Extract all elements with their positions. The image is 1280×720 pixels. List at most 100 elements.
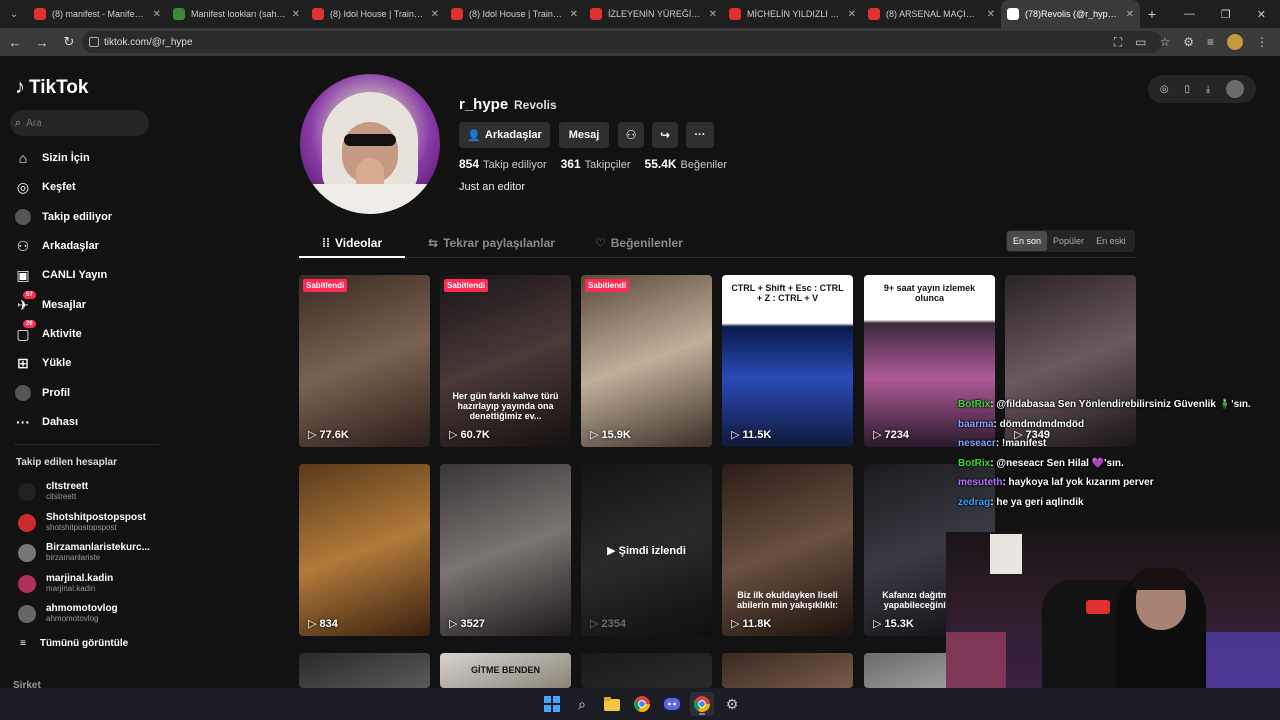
user-avatar[interactable]: [1226, 80, 1245, 98]
video-thumbnail[interactable]: [299, 653, 430, 688]
followed-account[interactable]: Shotshitpostopspost shotshitpostopspost: [18, 512, 146, 533]
sort-latest[interactable]: En son: [1007, 231, 1048, 251]
more-options-button[interactable]: ···: [686, 122, 714, 148]
sidebar-item-following-avatar[interactable]: ● Takip ediliyor: [15, 207, 112, 227]
device-icon[interactable]: ▯: [1184, 84, 1190, 95]
search-input[interactable]: [26, 117, 127, 129]
friends-button[interactable]: 👤 Arkadaşlar: [459, 122, 550, 148]
video-thumbnail[interactable]: ▷ 834: [299, 464, 430, 636]
tab-close-icon[interactable]: ✕: [1126, 9, 1134, 20]
browser-tab[interactable]: MİCHELİN YILDIZLI SOKAK... ✕: [723, 0, 862, 28]
coins-icon[interactable]: ◎: [1160, 84, 1169, 95]
suggested-accounts-button[interactable]: ⚇: [618, 122, 644, 148]
browser-menu-icon[interactable]: ⋮: [1256, 35, 1268, 49]
see-all-button[interactable]: ≡ Tümünü görüntüle: [20, 638, 128, 649]
browser-toolbar-icons: ⛶ ▭ ☆ ⚙ ≡ ⋮: [1114, 28, 1268, 56]
sidebar-item-label: Arkadaşlar: [42, 240, 99, 252]
tab-close-icon[interactable]: ✕: [987, 9, 995, 20]
search-box[interactable]: ⌕: [10, 110, 149, 136]
share-button[interactable]: ↪: [652, 122, 678, 148]
tab-videos[interactable]: ⁞⁞ Videolar: [322, 236, 382, 250]
tab-close-icon[interactable]: ✕: [153, 9, 161, 20]
followed-account[interactable]: marjinal.kadin marjinal.kadin: [18, 573, 113, 594]
discord-icon[interactable]: [660, 692, 684, 716]
sort-oldest[interactable]: En eski: [1090, 231, 1132, 251]
browser-tab[interactable]: (8) Idol House | Training G... ✕: [445, 0, 584, 28]
view-count: ▷ 11.8K: [731, 618, 772, 630]
video-thumbnail[interactable]: Sabitlendi Her gün farklı kahve türü hazı…: [440, 275, 571, 447]
maximize-icon[interactable]: ❐: [1221, 8, 1231, 21]
company-link[interactable]: Şirket: [13, 680, 41, 688]
cast-icon[interactable]: ▭: [1135, 35, 1146, 49]
minimize-icon[interactable]: —: [1184, 8, 1195, 20]
sidebar-item-upload[interactable]: ⊞ Yükle: [15, 353, 71, 373]
video-thumbnail[interactable]: [722, 653, 853, 688]
video-thumbnail[interactable]: GİTME BENDEN: [440, 653, 571, 688]
sidebar-item-friends[interactable]: ⚇ Arkadaşlar: [15, 236, 99, 256]
tab-close-icon[interactable]: ✕: [431, 9, 439, 20]
sidebar-item-more[interactable]: ··· Dahası: [15, 412, 78, 432]
tab-reposts[interactable]: ⇆ Tekrar paylaşılanlar: [428, 236, 555, 250]
back-button[interactable]: ←: [3, 35, 27, 50]
tiktok-logo[interactable]: ♪ TikTok: [15, 76, 88, 99]
followed-account[interactable]: Birzamanlaristekurc... birzamanlariste: [18, 542, 150, 563]
download-icon[interactable]: ⤓: [1206, 84, 1210, 95]
sidebar-item-compass[interactable]: ◎ Keşfet: [15, 177, 76, 197]
sidebar-item-activity[interactable]: ▢ 26 Aktivite: [15, 320, 82, 344]
followed-account[interactable]: cltstreett cltstreett: [18, 481, 88, 502]
reload-button[interactable]: ↻: [57, 34, 81, 50]
streamer-webcam-overlay: [946, 532, 1280, 688]
followed-account[interactable]: ahmomotovlog ahmomotovlog: [18, 603, 118, 624]
video-thumbnail[interactable]: [581, 653, 712, 688]
play-icon: ▷: [873, 429, 885, 441]
browser-tab[interactable]: (8) Idol House | Training G... ✕: [306, 0, 445, 28]
tab-title: (78)Revolis (@r_hype) | Ti...: [1025, 9, 1120, 19]
sidebar-item-label: Keşfet: [42, 181, 76, 193]
tab-close-icon[interactable]: ✕: [848, 9, 856, 20]
browser-tab[interactable]: (8) ARSENAL MAÇINA GİT... ✕: [862, 0, 1001, 28]
sort-popular[interactable]: Popüler: [1047, 231, 1090, 251]
tab-close-icon[interactable]: ✕: [570, 9, 578, 20]
taskbar-search-icon[interactable]: ⌕: [570, 692, 594, 716]
file-explorer-icon[interactable]: [600, 692, 624, 716]
video-thumbnail[interactable]: Biz ilk okuldayken liseli abilerin min y…: [722, 464, 853, 636]
tab-title: (8) Idol House | Training G...: [469, 9, 564, 19]
tab-search-icon[interactable]: ⌄: [0, 0, 28, 28]
bookmark-star-icon[interactable]: ☆: [1159, 35, 1170, 49]
stat-followers[interactable]: 361 Takipçiler: [561, 157, 631, 171]
chrome-icon[interactable]: [630, 692, 654, 716]
tab-close-icon[interactable]: ✕: [709, 9, 717, 20]
tab-favicon-icon: [451, 8, 463, 20]
close-window-icon[interactable]: ✕: [1257, 8, 1266, 21]
video-thumbnail[interactable]: Sabitlendi ▷ 77.6K: [299, 275, 430, 447]
stat-following[interactable]: 854 Takip ediliyor: [459, 157, 547, 171]
tab-liked[interactable]: ♡ Beğenilenler: [595, 236, 683, 250]
message-button[interactable]: Mesaj: [559, 122, 609, 148]
translate-icon[interactable]: ⛶: [1114, 35, 1122, 50]
windows-start-icon[interactable]: [540, 692, 564, 716]
browser-tab[interactable]: (78)Revolis (@r_hype) | Ti... ✕: [1001, 0, 1140, 28]
chat-message: neseacr: !manifest: [958, 438, 1251, 458]
sidebar-item-profile-avatar[interactable]: ● Profil: [15, 383, 70, 403]
settings-gear-icon[interactable]: ⚙: [720, 692, 744, 716]
tab-close-icon[interactable]: ✕: [292, 9, 300, 20]
sidebar-item-live[interactable]: ▣ CANLI Yayın: [15, 265, 107, 285]
sidebar-item-home[interactable]: ⌂ Sizin İçin: [15, 148, 90, 168]
sidebar-item-messages[interactable]: ✈ 57 Mesajlar: [15, 291, 86, 315]
extensions-icon[interactable]: ⚙: [1183, 35, 1194, 49]
browser-profile-avatar[interactable]: [1227, 34, 1243, 50]
browser-tab[interactable]: (8) manifest - Manifest (A... ✕: [28, 0, 167, 28]
browser-tab[interactable]: İZLEYENİN YÜREĞİNİ HOP... ✕: [584, 0, 723, 28]
chrome-active-icon[interactable]: [690, 692, 714, 716]
forward-button[interactable]: →: [30, 35, 54, 50]
video-thumbnail[interactable]: CTRL + Shift + Esc : CTRL + Z : CTRL + V…: [722, 275, 853, 447]
new-tab-button[interactable]: +: [1140, 6, 1164, 22]
browser-tab[interactable]: Manifest lookları (sahne v... ✕: [167, 0, 306, 28]
reading-list-icon[interactable]: ≡: [1207, 35, 1214, 49]
video-thumbnail[interactable]: Sabitlendi ▷ 15.9K: [581, 275, 712, 447]
video-thumbnail[interactable]: ▷ 3527: [440, 464, 571, 636]
site-info-icon[interactable]: [89, 37, 99, 47]
video-thumbnail[interactable]: ▶ Şimdi izlendi ▷ 2354: [581, 464, 712, 636]
url-field[interactable]: tiktok.com/@r_hype: [82, 31, 1162, 53]
avatar: [18, 604, 36, 623]
